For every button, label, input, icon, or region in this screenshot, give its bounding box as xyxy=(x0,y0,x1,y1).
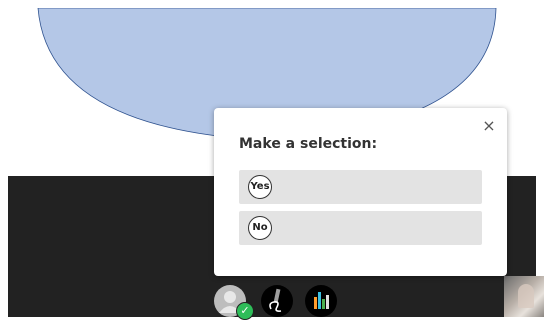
annotation-button[interactable] xyxy=(261,285,293,317)
modal-title: Make a selection: xyxy=(239,136,378,152)
webcam-thumbnail[interactable] xyxy=(504,276,544,317)
poll-option-yes-badge: Yes xyxy=(248,175,272,199)
poll-option-no[interactable]: No xyxy=(239,211,482,245)
checkmark-icon: ✓ xyxy=(236,302,254,320)
poll-modal: × Make a selection: Yes No xyxy=(214,108,507,276)
left-gutter xyxy=(0,0,8,317)
bar-chart-icon xyxy=(314,292,329,309)
poll-option-yes[interactable]: Yes xyxy=(239,170,482,204)
poll-button[interactable] xyxy=(305,285,337,317)
user-avatar-button[interactable]: ✓ xyxy=(214,285,254,320)
pencil-icon xyxy=(269,288,282,312)
right-gutter xyxy=(536,0,544,317)
close-icon[interactable]: × xyxy=(481,118,497,134)
poll-option-no-badge: No xyxy=(248,216,272,240)
